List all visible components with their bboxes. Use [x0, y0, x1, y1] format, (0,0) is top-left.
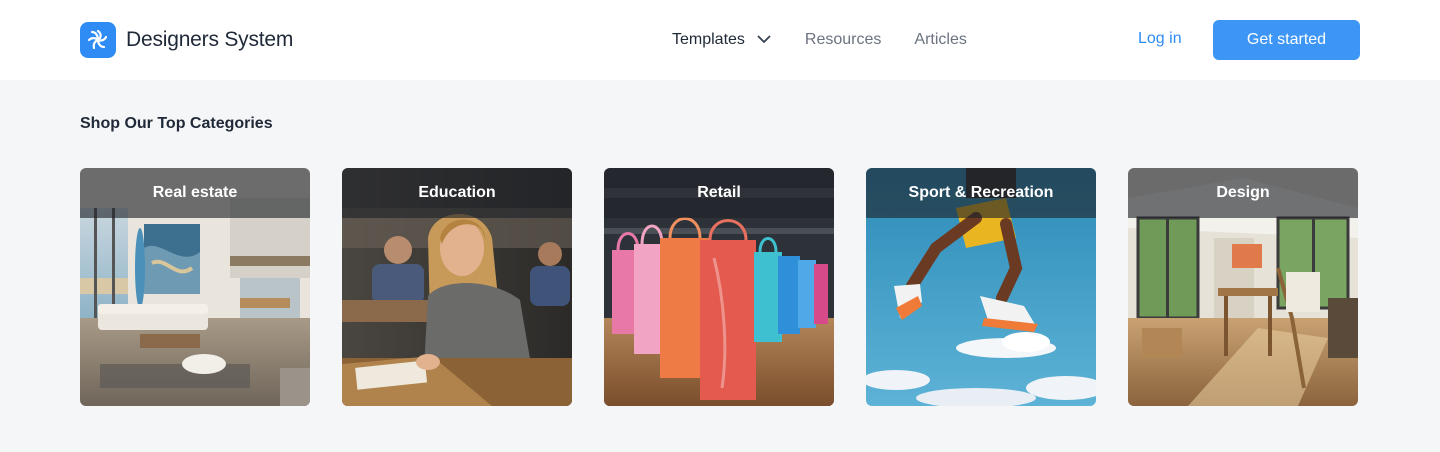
aperture-icon — [80, 22, 116, 58]
brand-home-link[interactable]: Designers System — [80, 22, 293, 58]
category-card-label: Sport & Recreation — [866, 168, 1096, 218]
category-card-retail[interactable]: Retail — [604, 168, 834, 406]
category-card-label: Real estate — [80, 168, 310, 218]
brand-name: Designers System — [126, 28, 294, 51]
category-card-real-estate[interactable]: Real estate — [80, 168, 310, 406]
nav-templates-label: Templates — [672, 31, 745, 48]
chevron-down-icon — [757, 31, 771, 49]
category-card-label: Education — [342, 168, 572, 218]
main-nav: Templates Resources Articles — [672, 0, 967, 80]
nav-templates-dropdown[interactable]: Templates — [672, 31, 771, 49]
category-card-sport-recreation[interactable]: Sport & Recreation — [866, 168, 1096, 406]
category-cards: Real estate Education Retail Sport & Rec… — [80, 168, 1360, 406]
nav-resources-link[interactable]: Resources — [805, 31, 881, 49]
get-started-button[interactable]: Get started — [1213, 20, 1360, 60]
nav-articles-link[interactable]: Articles — [914, 31, 966, 49]
login-link[interactable]: Log in — [1138, 30, 1182, 48]
category-card-design[interactable]: Design — [1128, 168, 1358, 406]
section-title: Shop Our Top Categories — [80, 115, 273, 132]
category-card-label: Retail — [604, 168, 834, 218]
category-card-label: Design — [1128, 168, 1358, 218]
category-card-education[interactable]: Education — [342, 168, 572, 406]
top-navigation-bar: Designers System Templates Resources Art… — [0, 0, 1440, 80]
